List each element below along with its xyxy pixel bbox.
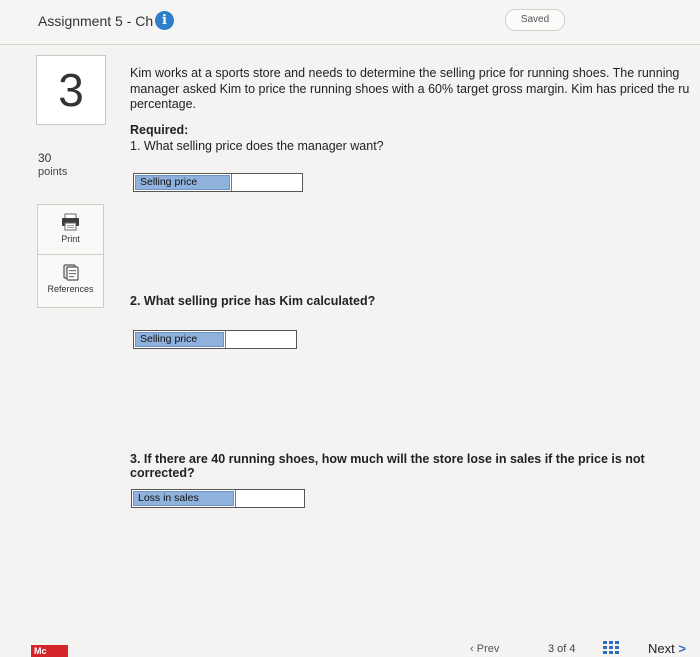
question-number: 3: [36, 55, 106, 125]
next-label: Next: [648, 641, 675, 656]
info-icon[interactable]: i: [155, 11, 174, 30]
assignment-title: Assignment 5 - Ch 5: [38, 13, 165, 29]
part-1-prompt: 1. What selling price does the manager w…: [130, 139, 384, 153]
part-3-answer-input[interactable]: [235, 490, 304, 507]
part-3-field-label: Loss in sales: [133, 491, 234, 506]
grid-icon[interactable]: [603, 641, 619, 654]
page-indicator: 3 of 4: [548, 643, 576, 655]
print-button[interactable]: Print: [37, 204, 104, 258]
required-heading: Required:: [130, 123, 189, 137]
next-button[interactable]: Next >: [648, 641, 686, 656]
assignment-header: Assignment 5 - Ch 5 i Saved: [0, 0, 700, 45]
printer-icon: [62, 213, 79, 231]
question-text: Kim works at a sports store and needs to…: [130, 66, 690, 111]
part-2-answer-input[interactable]: [225, 331, 296, 348]
references-button[interactable]: References: [37, 254, 104, 308]
part-2-prompt: 2. What selling price has Kim calculated…: [130, 294, 376, 308]
saved-status-badge: Saved: [505, 9, 565, 31]
print-label: Print: [61, 234, 80, 244]
points-value: 30: [38, 151, 52, 165]
prev-label: Prev: [476, 643, 500, 655]
part-3-answer-row: Loss in sales: [131, 489, 305, 508]
part-2-field-label: Selling price: [135, 332, 224, 347]
prev-button[interactable]: ‹ Prev: [470, 643, 499, 655]
references-icon: [63, 264, 79, 281]
part-1-answer-input[interactable]: [231, 174, 302, 191]
points-label: points: [38, 166, 68, 178]
mcgraw-hill-logo: Mc: [31, 645, 68, 657]
part-1-field-label: Selling price: [135, 175, 230, 190]
part-3-prompt: 3. If there are 40 running shoes, how mu…: [130, 452, 645, 480]
part-1-answer-row: Selling price: [133, 173, 303, 192]
next-arrow-icon: >: [678, 641, 686, 656]
references-label: References: [47, 284, 94, 294]
part-2-answer-row: Selling price: [133, 330, 297, 349]
